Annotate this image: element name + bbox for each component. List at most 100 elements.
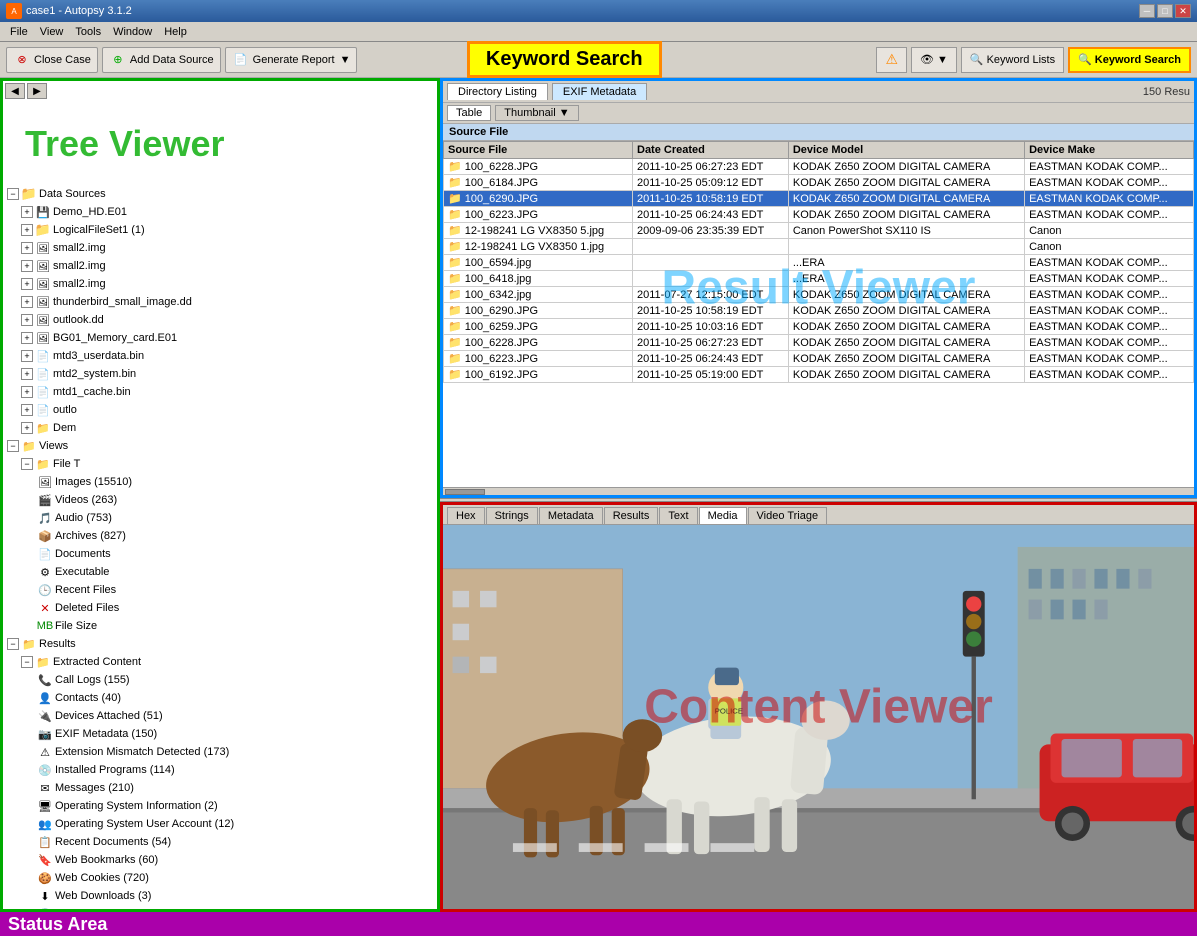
table-row[interactable]: 📁100_6342.jpg2011-07-27 12:15:00 EDTKODA… [444,287,1194,303]
tab-video-triage[interactable]: Video Triage [748,507,828,524]
tree-item-views[interactable]: − 📁 Views [5,437,435,455]
expand-small2-3[interactable]: + [21,278,33,290]
tree-item-small2-1[interactable]: + 🖼 small2.img [5,239,435,257]
tab-media[interactable]: Media [699,507,747,524]
tree-item-deleted[interactable]: ✕ Deleted Files [5,599,435,617]
tree-item-exif[interactable]: 📷 EXIF Metadata (150) [5,725,435,743]
tree-item-installed[interactable]: 💿 Installed Programs (114) [5,761,435,779]
menu-file[interactable]: File [4,25,34,39]
back-button[interactable]: ◀ [5,83,25,99]
tree-item-executable[interactable]: ⚙ Executable [5,563,435,581]
tree-item-ext-mismatch[interactable]: ⚠ Extension Mismatch Detected (173) [5,743,435,761]
tree-item-extracted-content[interactable]: − 📁 Extracted Content [5,653,435,671]
tab-hex[interactable]: Hex [447,507,485,524]
tree-item-results[interactable]: − 📁 Results [5,635,435,653]
tree-item-outlook[interactable]: + 🖼 outlook.dd [5,311,435,329]
expand-logical[interactable]: + [21,224,33,236]
table-row[interactable]: 📁100_6259.JPG2011-10-25 10:03:16 EDTKODA… [444,319,1194,335]
table-row[interactable]: 📁100_6290.JPG2011-10-25 10:58:19 EDTKODA… [444,303,1194,319]
expand-bg01[interactable]: + [21,332,33,344]
table-row[interactable]: 📁100_6223.JPG2011-10-25 06:24:43 EDTKODA… [444,351,1194,367]
expand-views[interactable]: − [7,440,19,452]
window-controls[interactable]: ─ □ ✕ [1139,4,1191,18]
col-source-file[interactable]: Source File [444,142,633,159]
result-table-scroll[interactable]: Source File Date Created Device Model De… [443,141,1194,487]
close-case-button[interactable]: ⊗ Close Case [6,47,98,73]
report-dropdown-icon[interactable]: ▼ [340,54,351,66]
tree-item-archives[interactable]: 📦 Archives (827) [5,527,435,545]
expand-extracted[interactable]: − [21,656,33,668]
minimize-button[interactable]: ─ [1139,4,1155,18]
table-row[interactable]: 📁100_6228.JPG2011-10-25 06:27:23 EDTKODA… [444,159,1194,175]
tab-thumbnail[interactable]: Thumbnail ▼ [495,105,578,121]
tree-item-thunderbird[interactable]: + 🖼 thunderbird_small_image.dd [5,293,435,311]
table-row[interactable]: 📁100_6290.JPG2011-10-25 10:58:19 EDTKODA… [444,191,1194,207]
table-row[interactable]: 📁100_6594.jpg...ERAEASTMAN KODAK COMP... [444,255,1194,271]
expand-results[interactable]: − [7,638,19,650]
expand-file-t[interactable]: − [21,458,33,470]
tree-item-os-info[interactable]: 🖥 Operating System Information (2) [5,797,435,815]
tree-item-devices[interactable]: 🔌 Devices Attached (51) [5,707,435,725]
add-data-source-button[interactable]: ⊕ Add Data Source [102,47,221,73]
keyword-lists-button[interactable]: 🔍 Keyword Lists [961,47,1064,73]
expand-data-sources[interactable]: − [7,188,19,200]
expand-thunderbird[interactable]: + [21,296,33,308]
tree-item-mtd3[interactable]: + 📄 mtd3_userdata.bin [5,347,435,365]
expand-demo[interactable]: + [21,422,33,434]
tree-item-small2-2[interactable]: + 🖼 small2.img [5,257,435,275]
tree-item-documents[interactable]: 📄 Documents [5,545,435,563]
tree-item-messages[interactable]: ✉ Messages (210) [5,779,435,797]
generate-report-button[interactable]: 📄 Generate Report ▼ [225,47,358,73]
eye-button[interactable]: 👁 ▼ [911,47,957,73]
tree-item-file-t[interactable]: − 📁 File T [5,455,435,473]
tree-item-web-history[interactable]: 🕐 Web History (63) [5,905,435,909]
close-button[interactable]: ✕ [1175,4,1191,18]
keyword-search-button[interactable]: 🔍 Keyword Search [1068,47,1191,73]
tree-item-outlo[interactable]: + 📄 outlo [5,401,435,419]
warning-button[interactable]: ⚠ [876,47,907,73]
tree-item-downloads[interactable]: ⬇ Web Downloads (3) [5,887,435,905]
expand-mtd1[interactable]: + [21,386,33,398]
tree-item-call-logs[interactable]: 📞 Call Logs (155) [5,671,435,689]
table-row[interactable]: 📁12-198241 LG VX8350 1.jpgCanon [444,239,1194,255]
tab-directory-listing[interactable]: Directory Listing [447,83,548,100]
table-row[interactable]: 📁100_6223.JPG2011-10-25 06:24:43 EDTKODA… [444,207,1194,223]
tree-item-demo-hd[interactable]: + 💾 Demo_HD.E01 [5,203,435,221]
menu-window[interactable]: Window [107,25,158,39]
tab-exif-metadata[interactable]: EXIF Metadata [552,83,647,100]
menu-tools[interactable]: Tools [69,25,107,39]
col-date-created[interactable]: Date Created [633,142,789,159]
tree-item-data-sources[interactable]: − 📁 Data Sources [5,185,435,203]
tree-item-images[interactable]: 🖼 Images (15510) [5,473,435,491]
expand-small2-2[interactable]: + [21,260,33,272]
expand-outlook[interactable]: + [21,314,33,326]
table-row[interactable]: 📁100_6192.JPG2011-10-25 05:19:00 EDTKODA… [444,367,1194,383]
menu-help[interactable]: Help [158,25,193,39]
table-row[interactable]: 📁100_6228.JPG2011-10-25 06:27:23 EDTKODA… [444,335,1194,351]
tab-metadata[interactable]: Metadata [539,507,603,524]
tree-item-logical[interactable]: + 📁 LogicalFileSet1 (1) [5,221,435,239]
tree-item-bg01[interactable]: + 🖼 BG01_Memory_card.E01 [5,329,435,347]
tree-item-filesize[interactable]: MB File Size [5,617,435,635]
table-row[interactable]: 📁12-198241 LG VX8350 5.jpg2009-09-06 23:… [444,223,1194,239]
expand-small2-1[interactable]: + [21,242,33,254]
table-row[interactable]: 📁100_6184.JPG2011-10-25 05:09:12 EDTKODA… [444,175,1194,191]
menu-view[interactable]: View [34,25,70,39]
tree-item-bookmarks[interactable]: 🔖 Web Bookmarks (60) [5,851,435,869]
col-device-make[interactable]: Device Make [1025,142,1194,159]
tree-item-demo[interactable]: + 📁 Dem [5,419,435,437]
tab-text[interactable]: Text [659,507,697,524]
expand-mtd3[interactable]: + [21,350,33,362]
col-device-model[interactable]: Device Model [788,142,1024,159]
tab-table[interactable]: Table [447,105,491,121]
tab-strings[interactable]: Strings [486,507,538,524]
forward-button[interactable]: ▶ [27,83,47,99]
tree-item-cookies[interactable]: 🍪 Web Cookies (720) [5,869,435,887]
tree-item-audio[interactable]: 🎵 Audio (753) [5,509,435,527]
tree-item-mtd1[interactable]: + 📄 mtd1_cache.bin [5,383,435,401]
expand-demo-hd[interactable]: + [21,206,33,218]
maximize-button[interactable]: □ [1157,4,1173,18]
h-scrollbar[interactable] [443,487,1194,495]
tree-item-recent-docs[interactable]: 📋 Recent Documents (54) [5,833,435,851]
tree-item-recent-files[interactable]: 🕒 Recent Files [5,581,435,599]
